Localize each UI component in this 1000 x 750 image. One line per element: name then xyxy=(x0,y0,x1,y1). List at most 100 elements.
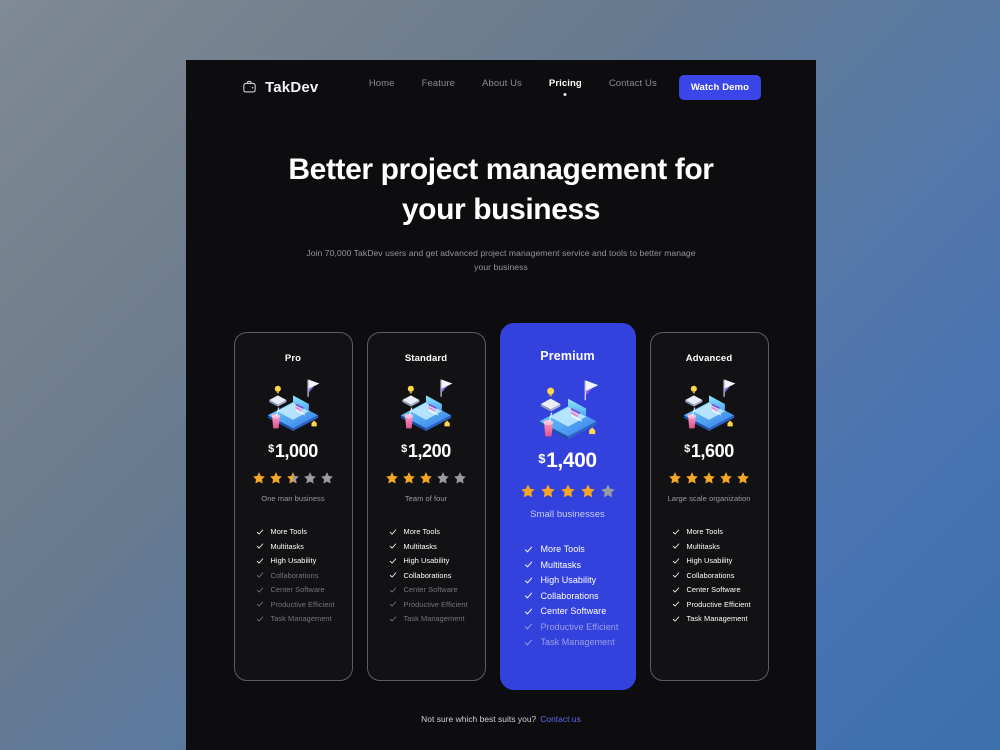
feature-item: Task Management xyxy=(389,614,476,623)
feature-label: High Usability xyxy=(686,556,733,566)
pricing-card-standard[interactable]: Standard $1,200 Team of four More Tools … xyxy=(366,332,486,682)
page-title: Better project management for your busin… xyxy=(256,150,746,229)
feature-label: High Usability xyxy=(270,556,317,566)
feature-label: Productive Efficient xyxy=(403,599,468,609)
currency-symbol: $ xyxy=(268,443,274,456)
feature-label: Multitasks xyxy=(270,541,304,551)
feature-item: Productive Efficient xyxy=(672,600,759,609)
feature-item: Multitasks xyxy=(672,542,759,551)
pricing-card-advanced[interactable]: Advanced $1,600 Large scale organization… xyxy=(649,332,769,682)
check-icon xyxy=(389,543,396,549)
navbar: TakDev Home Feature About Us Pricing Con… xyxy=(186,60,816,114)
check-icon-muted xyxy=(389,601,396,607)
star-icon-filled xyxy=(686,472,698,484)
star-icon-filled xyxy=(420,472,432,484)
nav-item-pricing[interactable]: Pricing xyxy=(549,78,582,96)
star-icon-filled xyxy=(720,472,732,484)
feature-label: Collaborations xyxy=(403,570,452,580)
feature-item: Center Software xyxy=(256,585,343,594)
feature-label: Productive Efficient xyxy=(270,599,335,609)
feature-item: High Usability xyxy=(256,556,343,565)
feature-label: Center Software xyxy=(270,585,325,595)
workspace-illustration xyxy=(400,379,453,432)
check-icon xyxy=(524,577,532,584)
check-icon xyxy=(389,558,396,564)
star-icon-empty xyxy=(454,472,466,484)
plan-price: $1,400 xyxy=(538,450,597,471)
plan-name: Premium xyxy=(540,349,595,364)
check-icon xyxy=(672,529,679,535)
check-icon xyxy=(672,587,679,593)
currency-symbol: $ xyxy=(538,451,546,467)
feature-label: Task Management xyxy=(686,614,748,624)
feature-list: More Tools Multitasks High Usability Col… xyxy=(377,527,476,623)
feature-item: Center Software xyxy=(524,606,626,616)
check-icon xyxy=(524,561,532,568)
star-icon-filled xyxy=(403,472,415,484)
check-icon-muted xyxy=(256,572,263,578)
feature-item: Center Software xyxy=(389,585,476,594)
star-icon-empty xyxy=(321,472,333,484)
feature-label: Collaborations xyxy=(686,570,735,580)
feature-item: More Tools xyxy=(389,527,476,536)
pricing-card-premium[interactable]: Premium $1,400 Small businesses More Too… xyxy=(499,323,636,691)
check-icon-muted xyxy=(524,639,532,646)
pricing-card-pro[interactable]: Pro $1,000 One man business More Tools M… xyxy=(233,332,353,682)
plan-price: $1,000 xyxy=(268,442,318,460)
feature-label: Collaborations xyxy=(540,590,599,601)
check-icon-muted xyxy=(256,601,263,607)
check-icon xyxy=(672,601,679,607)
hero-section: Better project management for your busin… xyxy=(186,114,816,274)
feature-item: Task Management xyxy=(524,637,626,647)
feature-item: Multitasks xyxy=(524,560,626,570)
check-icon xyxy=(672,558,679,564)
check-icon-muted xyxy=(256,616,263,622)
price-amount: 1,600 xyxy=(690,441,734,462)
feature-label: More Tools xyxy=(270,527,308,537)
feature-item: More Tools xyxy=(256,527,343,536)
star-icon-filled xyxy=(253,472,265,484)
price-amount: 1,200 xyxy=(407,441,451,462)
brand-logo[interactable]: TakDev xyxy=(241,79,318,96)
nav-item-feature[interactable]: Feature xyxy=(422,78,455,96)
star-icon-filled xyxy=(520,484,535,498)
nav-item-about-us[interactable]: About Us xyxy=(482,78,522,96)
currency-symbol: $ xyxy=(684,443,690,456)
feature-item: Task Management xyxy=(256,614,343,623)
plan-price: $1,200 xyxy=(401,442,451,460)
feature-label: Task Management xyxy=(540,637,615,648)
workspace-illustration xyxy=(538,380,598,440)
check-icon xyxy=(524,592,532,599)
star-icon-empty xyxy=(437,472,449,484)
feature-item: High Usability xyxy=(524,575,626,585)
nav-item-contact-us[interactable]: Contact Us xyxy=(609,78,657,96)
star-icon-filled xyxy=(737,472,749,484)
feature-item: Productive Efficient xyxy=(524,622,626,632)
feature-list: More Tools Multitasks High Usability Col… xyxy=(244,527,343,623)
rating-stars xyxy=(385,471,467,485)
feature-label: More Tools xyxy=(686,527,724,537)
check-icon xyxy=(389,572,396,578)
feature-item: Productive Efficient xyxy=(389,600,476,609)
watch-demo-button[interactable]: Watch Demo xyxy=(678,74,761,100)
nav-item-home[interactable]: Home xyxy=(369,78,395,96)
check-icon xyxy=(389,529,396,535)
feature-list: More Tools Multitasks High Usability Col… xyxy=(660,527,759,623)
feature-label: Center Software xyxy=(403,585,458,595)
feature-item: Task Management xyxy=(672,614,759,623)
check-icon xyxy=(524,546,532,553)
feature-label: More Tools xyxy=(540,544,585,555)
plan-name: Pro xyxy=(284,353,302,365)
contact-us-link[interactable]: Contact us xyxy=(540,714,581,724)
feature-label: More Tools xyxy=(403,527,441,537)
check-icon xyxy=(256,529,263,535)
landing-page: TakDev Home Feature About Us Pricing Con… xyxy=(186,60,816,750)
feature-label: Center Software xyxy=(540,606,607,617)
feature-item: Collaborations xyxy=(389,571,476,580)
check-icon-muted xyxy=(389,587,396,593)
plan-price: $1,600 xyxy=(684,442,734,460)
feature-item: High Usability xyxy=(672,556,759,565)
check-icon xyxy=(256,558,263,564)
currency-symbol: $ xyxy=(401,443,407,456)
feature-list: More Tools Multitasks High Usability Col… xyxy=(510,544,626,647)
